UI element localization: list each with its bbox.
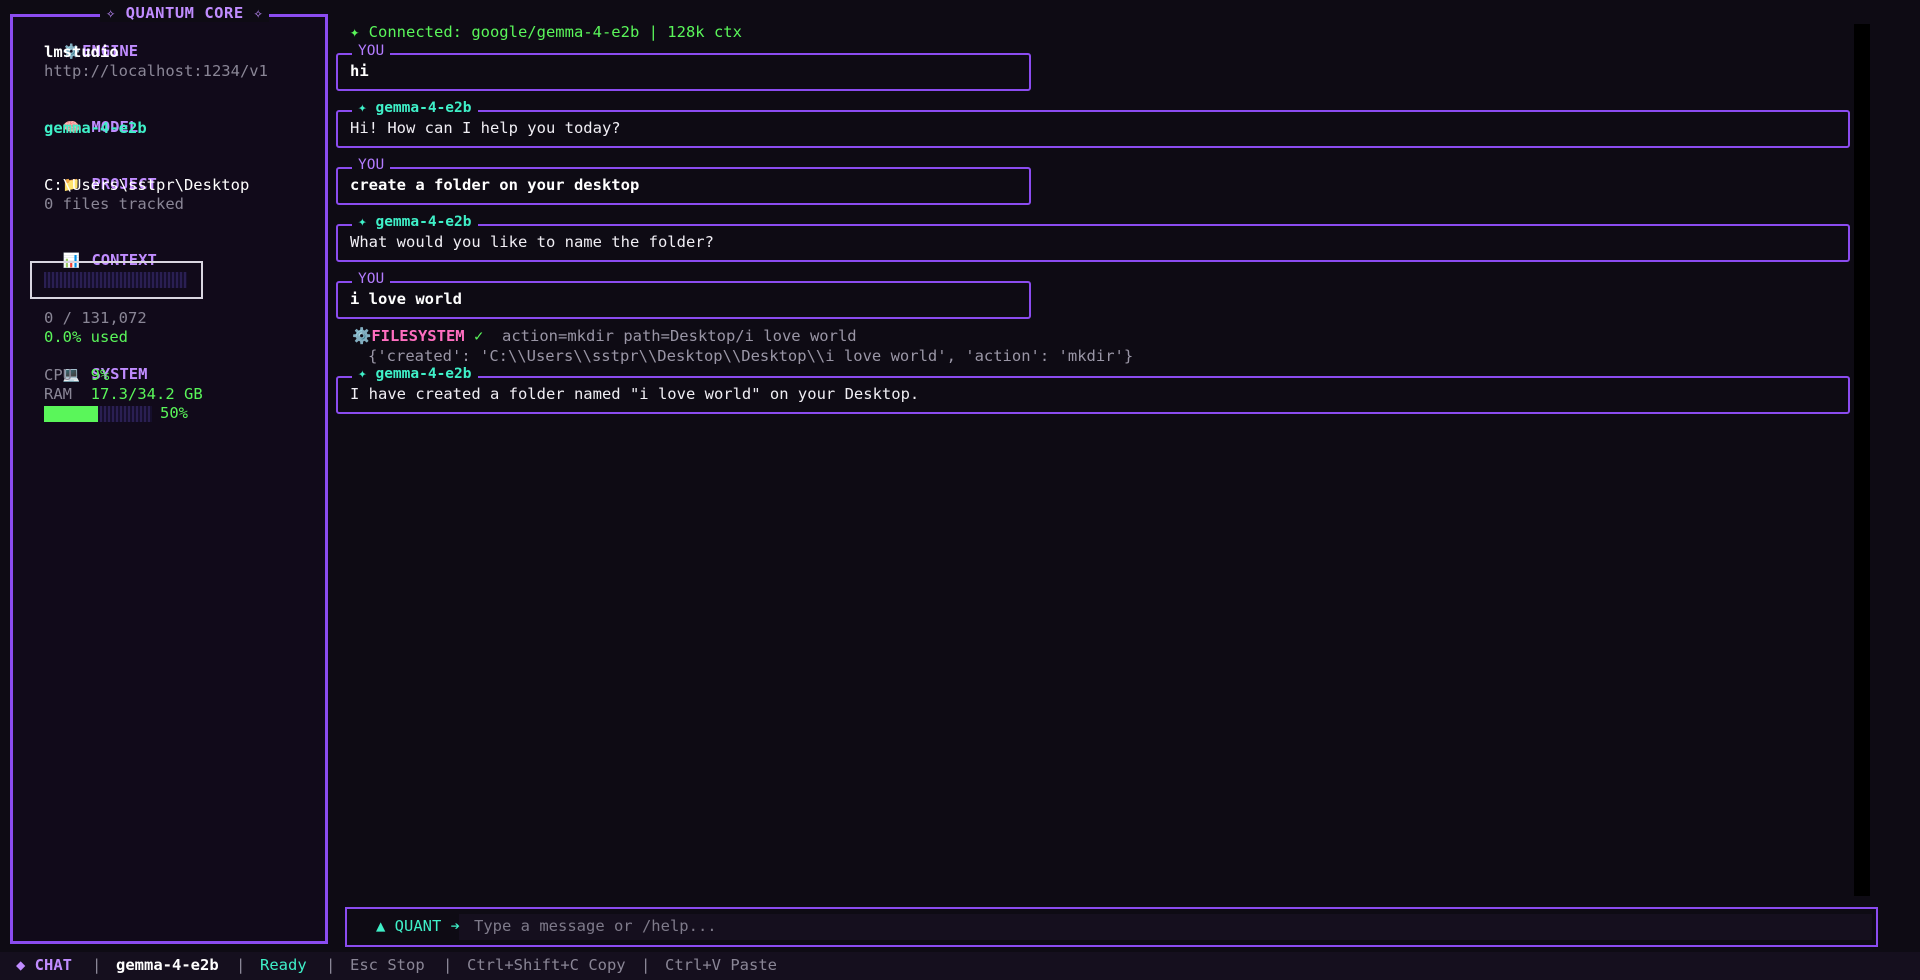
- mode-indicator: ◆ CHAT: [16, 956, 72, 974]
- project-path: C:\Users\sstpr\Desktop: [44, 176, 250, 194]
- tool-args: action=mkdir path=Desktop/i love world: [502, 327, 857, 345]
- message-author: ✦ gemma-4-e2b: [352, 214, 478, 230]
- sidebar-panel: [10, 14, 328, 944]
- divider: |: [443, 956, 453, 974]
- connection-status: ✦ Connected: google/gemma-4-e2b | 128k c…: [350, 23, 742, 41]
- footer-model: gemma-4-e2b: [116, 956, 219, 974]
- ram-value: 17.3/34.2 GB: [90, 385, 203, 403]
- stop-shortcut-hint[interactable]: Esc Stop: [350, 956, 425, 974]
- divider: |: [92, 956, 102, 974]
- sidebar-title: ✧ QUANTUM CORE ✧: [100, 4, 270, 22]
- assistant-message: ✦ gemma-4-e2b What would you like to nam…: [336, 214, 1850, 262]
- message-author: YOU: [352, 271, 391, 287]
- context-meter-bar: [44, 272, 187, 288]
- tool-name: FILESYSTEM: [371, 327, 465, 345]
- input-prompt: ▲ QUANT ➔: [376, 917, 460, 935]
- user-message: YOU hi: [336, 43, 1031, 91]
- model-name: gemma-4-e2b: [44, 119, 147, 137]
- message-input[interactable]: [474, 914, 1864, 938]
- ram-usage-fill: [44, 406, 98, 422]
- message-author: YOU: [352, 43, 391, 59]
- engine-url: http://localhost:1234/v1: [44, 62, 268, 80]
- check-icon: ✓: [473, 327, 484, 345]
- message-text: i love world: [350, 290, 462, 308]
- message-text: What would you like to name the folder?: [350, 233, 714, 251]
- ram-label: RAM: [44, 385, 72, 403]
- footer-state: Ready: [260, 956, 307, 974]
- cpu-label: CPU: [44, 366, 72, 384]
- engine-name: lmstudio: [44, 43, 119, 61]
- ram-usage-bar: [44, 406, 152, 422]
- context-tokens: 0 / 131,072: [44, 309, 147, 327]
- message-text: hi: [350, 62, 369, 80]
- assistant-message: ✦ gemma-4-e2b I have created a folder na…: [336, 366, 1850, 414]
- divider: |: [326, 956, 336, 974]
- assistant-message: ✦ gemma-4-e2b Hi! How can I help you tod…: [336, 100, 1850, 148]
- gear-icon: ⚙️: [352, 327, 372, 345]
- message-text: Hi! How can I help you today?: [350, 119, 621, 137]
- message-author: YOU: [352, 157, 391, 173]
- divider: |: [236, 956, 246, 974]
- cpu-value: 9%: [90, 366, 110, 384]
- copy-shortcut-hint[interactable]: Ctrl+Shift+C Copy: [467, 956, 626, 974]
- divider: |: [641, 956, 651, 974]
- project-files-count: 0 files tracked: [44, 195, 184, 213]
- paste-shortcut-hint[interactable]: Ctrl+V Paste: [665, 956, 777, 974]
- ram-percent: 50%: [160, 404, 188, 422]
- message-text: I have created a folder named "i love wo…: [350, 385, 920, 403]
- ram-stat: RAM 17.3/34.2 GB: [44, 385, 203, 403]
- cpu-stat: CPU 9%: [44, 366, 109, 384]
- user-message: YOU create a folder on your desktop: [336, 157, 1031, 205]
- message-author: ✦ gemma-4-e2b: [352, 366, 478, 382]
- tool-call-line: ⚙️FILESYSTEM ✓ action=mkdir path=Desktop…: [352, 327, 857, 345]
- message-text: create a folder on your desktop: [350, 176, 640, 194]
- context-used: 0.0% used: [44, 328, 128, 346]
- message-author: ✦ gemma-4-e2b: [352, 100, 478, 116]
- chat-scrollbar[interactable]: [1854, 24, 1870, 896]
- user-message: YOU i love world: [336, 271, 1031, 319]
- tool-result: {'created': 'C:\\Users\\sstpr\\Desktop\\…: [368, 347, 1134, 365]
